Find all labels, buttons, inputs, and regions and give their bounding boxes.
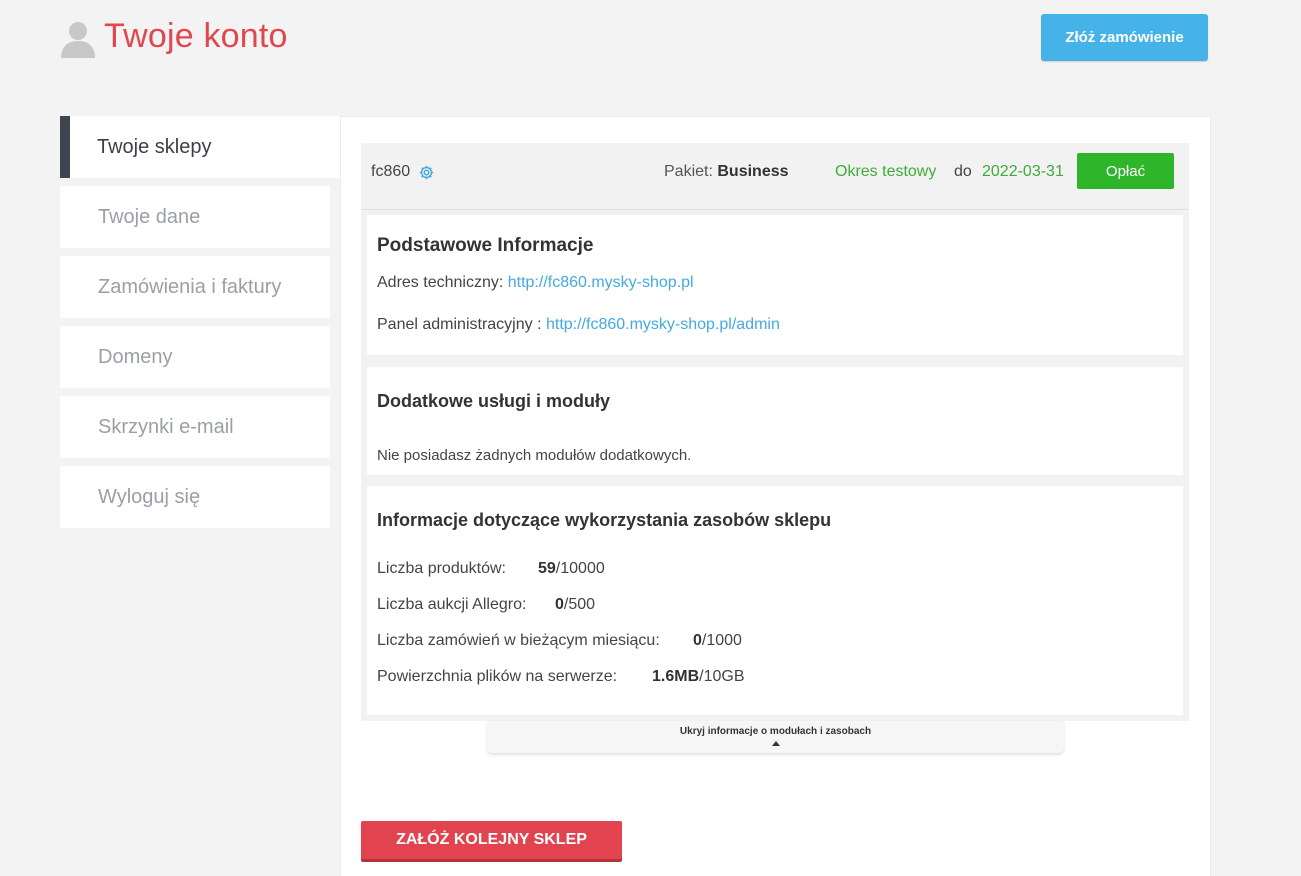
- sidebar-item-twoje-dane[interactable]: Twoje dane: [60, 186, 330, 248]
- sidebar-item-label: Wyloguj się: [98, 485, 201, 508]
- sidebar-item-label: Twoje dane: [98, 205, 201, 228]
- gear-icon[interactable]: [418, 164, 435, 181]
- shop-card: fc860 Pakiet: Business Okres testowy do …: [361, 143, 1189, 721]
- tech-address-row: Adres techniczny: http://fc860.mysky-sho…: [377, 274, 694, 292]
- shop-header-bar: fc860 Pakiet: Business Okres testowy do …: [361, 143, 1189, 210]
- sidebar: Twoje sklepy Twoje dane Zamówienia i fak…: [60, 116, 340, 536]
- resource-limit: /10GB: [699, 668, 745, 685]
- create-new-shop-button[interactable]: ZAŁÓŻ KOLEJNY SKLEP: [361, 821, 622, 859]
- basic-info-title: Podstawowe Informacje: [377, 235, 594, 256]
- additional-services-card: Dodatkowe usługi i moduły Nie posiadasz …: [367, 367, 1183, 475]
- hide-details-label: Ukryj informacje o modułach i zasobach: [679, 726, 872, 737]
- admin-panel-row: Panel administracyjny : http://fc860.mys…: [377, 316, 780, 334]
- admin-panel-label: Panel administracyjny :: [377, 316, 542, 333]
- package-info: Pakiet: Business: [664, 163, 789, 181]
- sidebar-item-label: Zamówienia i faktury: [98, 275, 282, 298]
- resource-used: 1.6MB: [652, 668, 700, 685]
- sidebar-item-label: Skrzynki e-mail: [98, 415, 234, 438]
- resource-used: 0: [555, 596, 564, 613]
- sidebar-item-zamowienia-i-faktury[interactable]: Zamówienia i faktury: [60, 256, 330, 318]
- resource-label: Liczba zamówień w bieżącym miesiącu:: [377, 632, 660, 649]
- resource-value-products: 59/10000: [538, 560, 605, 578]
- resource-row-storage: Powierzchnia plików na serwerze:: [377, 668, 617, 686]
- tech-address-link[interactable]: http://fc860.mysky-shop.pl: [508, 274, 694, 291]
- resources-title: Informacje dotyczące wykorzystania zasob…: [377, 510, 832, 530]
- package-value: Business: [717, 163, 789, 180]
- trial-status: Okres testowy: [835, 163, 937, 180]
- sidebar-item-skrzynki-email[interactable]: Skrzynki e-mail: [60, 396, 330, 458]
- resource-limit: /1000: [701, 632, 742, 649]
- sidebar-item-twoje-sklepy[interactable]: Twoje sklepy: [60, 116, 340, 178]
- pay-button[interactable]: Opłać: [1077, 153, 1174, 189]
- resource-row-products: Liczba produktów:: [377, 560, 506, 578]
- sidebar-item-wyloguj[interactable]: Wyloguj się: [60, 466, 330, 528]
- page-header: Twoje konto: [60, 14, 288, 58]
- until-date: 2022-03-31: [982, 163, 1064, 180]
- resource-value-orders: 0/1000: [693, 632, 742, 650]
- resource-label: Liczba aukcji Allegro:: [377, 596, 527, 613]
- resources-card: Informacje dotyczące wykorzystania zasob…: [367, 486, 1183, 715]
- sidebar-item-label: Twoje sklepy: [97, 135, 212, 158]
- main-panel: fc860 Pakiet: Business Okres testowy do …: [340, 116, 1211, 876]
- resource-label: Powierzchnia plików na serwerze:: [377, 668, 618, 685]
- tech-address-label: Adres techniczny:: [377, 274, 504, 291]
- no-modules-text: Nie posiadasz żadnych modułów dodatkowyc…: [377, 447, 692, 464]
- sidebar-item-label: Domeny: [98, 345, 173, 368]
- resource-label: Liczba produktów:: [377, 560, 506, 577]
- resource-row-allegro: Liczba aukcji Allegro:: [377, 596, 526, 614]
- place-order-button[interactable]: Złóż zamówienie: [1041, 14, 1208, 61]
- resource-value-storage: 1.6MB/10GB: [652, 668, 744, 686]
- resource-row-orders: Liczba zamówień w bieżącym miesiącu:: [377, 632, 660, 650]
- admin-panel-link[interactable]: http://fc860.mysky-shop.pl/admin: [546, 316, 780, 333]
- package-label: Pakiet:: [664, 163, 713, 180]
- sidebar-item-domeny[interactable]: Domeny: [60, 326, 330, 388]
- basic-info-card: Podstawowe Informacje Adres techniczny: …: [367, 215, 1183, 355]
- resource-used: 0: [693, 632, 702, 649]
- resource-used: 59: [538, 560, 556, 577]
- page-title: Twoje konto: [104, 16, 288, 55]
- additional-services-title: Dodatkowe usługi i moduły: [377, 391, 611, 411]
- shop-name: fc860: [371, 163, 411, 180]
- resource-limit: /500: [563, 596, 596, 613]
- page: Twoje konto Złóż zamówienie Twoje sklepy…: [0, 0, 1301, 876]
- user-icon: [61, 22, 95, 58]
- caret-up-icon: [771, 741, 780, 746]
- resource-limit: /10000: [555, 560, 605, 577]
- until-label: do: [954, 163, 972, 180]
- resource-value-allegro: 0/500: [555, 596, 595, 614]
- hide-details-toggle[interactable]: Ukryj informacje o modułach i zasobach: [487, 721, 1064, 753]
